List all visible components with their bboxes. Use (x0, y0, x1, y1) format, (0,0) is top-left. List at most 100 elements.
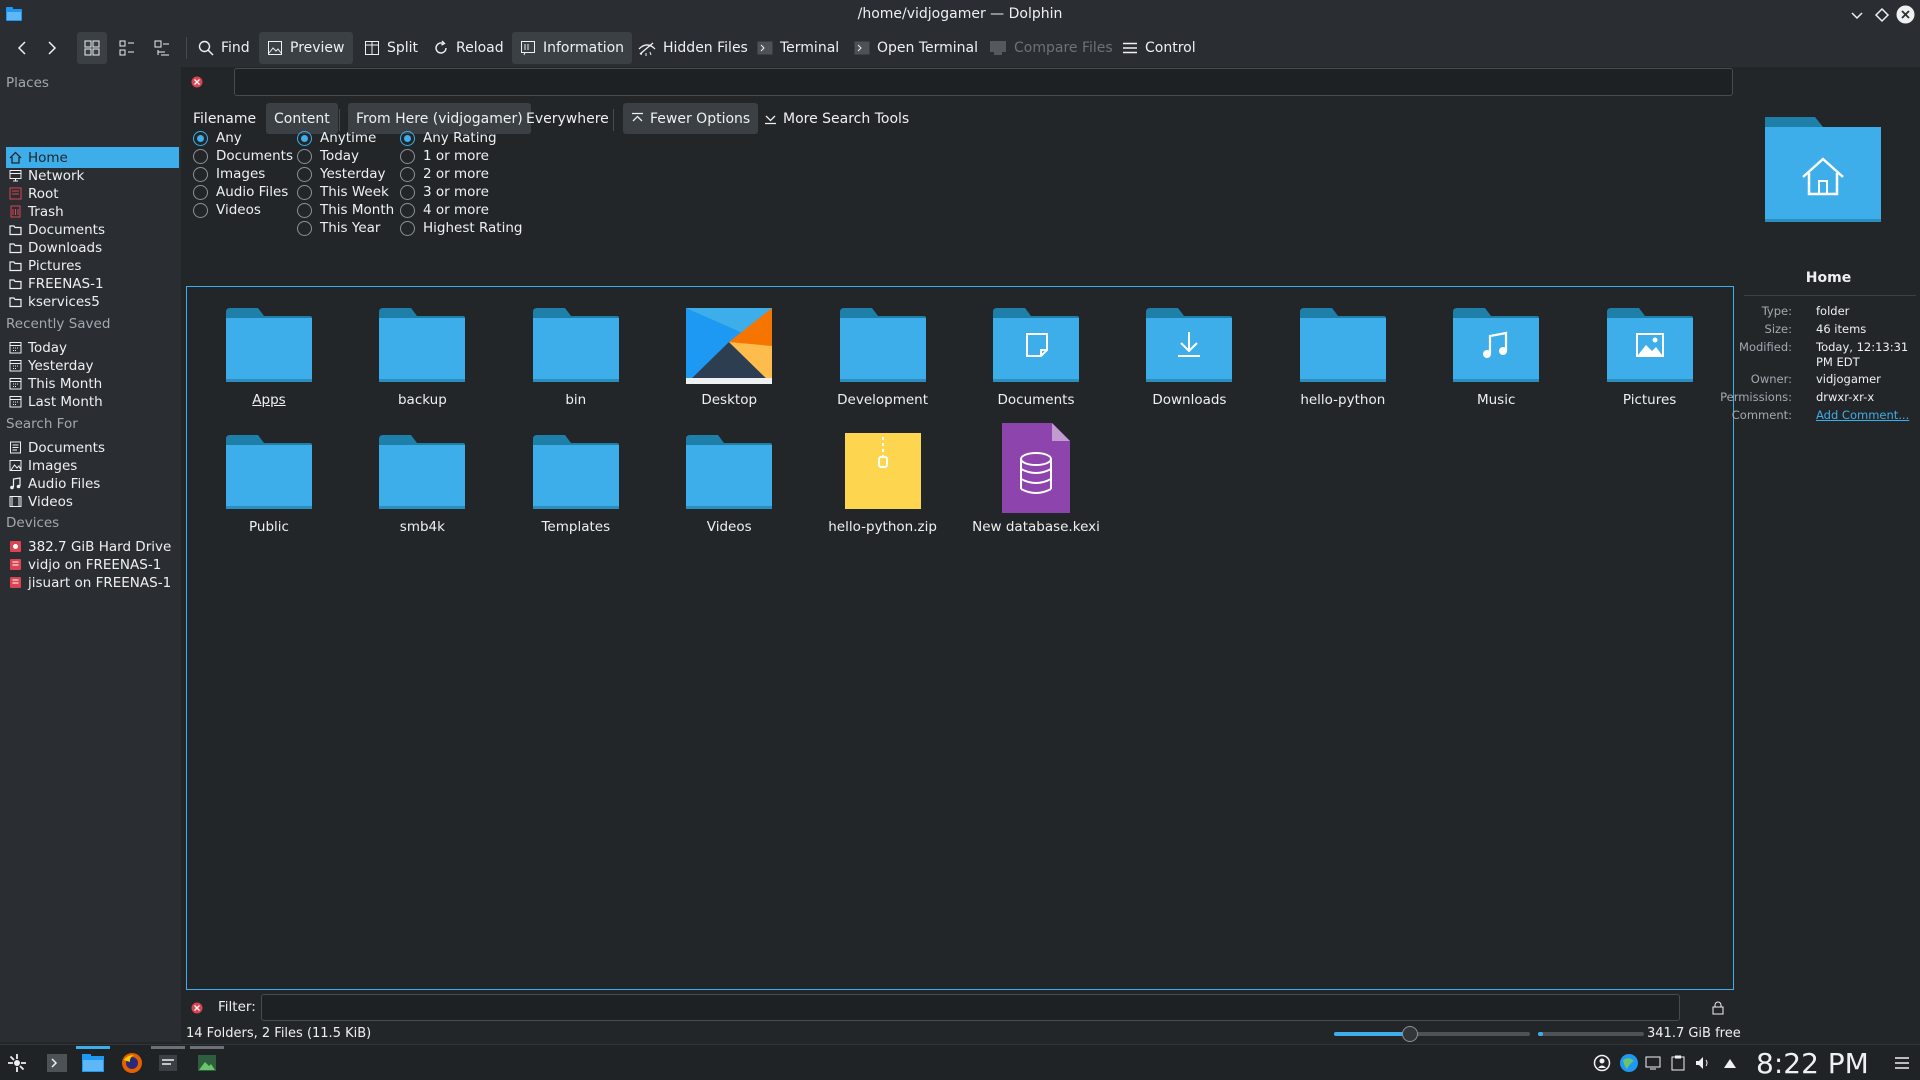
zoom-slider-handle[interactable] (1402, 1026, 1419, 1042)
file-item-pictures[interactable]: Pictures (1575, 304, 1725, 424)
file-item-videos[interactable]: Videos (654, 431, 804, 551)
volume-tray-icon[interactable] (1695, 1055, 1711, 1071)
search-separator (613, 109, 614, 131)
close-icon[interactable] (1896, 5, 1915, 24)
network-tray-icon[interactable] (1619, 1053, 1639, 1073)
clock[interactable]: 8:22 PM (1756, 1048, 1869, 1080)
recent-item-last-month[interactable]: Last Month (6, 391, 179, 412)
split-button[interactable]: Split (356, 32, 426, 64)
file-item-desktop[interactable]: Desktop (654, 304, 804, 424)
file-name: Templates (541, 519, 611, 535)
open-terminal-button[interactable]: Open Terminal (846, 32, 986, 64)
status-summary: 14 Folders, 2 Files (11.5 KiB) (186, 1026, 372, 1041)
date-radio-yesterday[interactable]: Yesterday (297, 165, 386, 183)
date-radio-this-month[interactable]: This Month (297, 201, 394, 219)
type-radio-any[interactable]: Any (193, 129, 242, 147)
information-button[interactable]: Information (512, 32, 633, 64)
file-item-public[interactable]: Public (194, 431, 344, 551)
fewer-options-button[interactable]: Fewer Options (623, 103, 759, 134)
file-item-apps[interactable]: Apps (194, 304, 344, 424)
details-view-button[interactable] (147, 32, 177, 64)
panel-menu-icon[interactable] (1895, 1056, 1909, 1070)
task-firefox[interactable] (115, 1048, 149, 1078)
section-devices: Devices (6, 515, 60, 531)
folder-documents-icon (991, 304, 1081, 386)
rating-radio-4-or-more[interactable]: 4 or more (400, 201, 489, 219)
place-label: Documents (28, 221, 105, 238)
more-search-tools-button[interactable]: More Search Tools (756, 103, 917, 134)
date-radio-anytime[interactable]: Anytime (297, 129, 376, 147)
date-radio-this-year[interactable]: This Year (297, 219, 380, 237)
forward-button[interactable] (36, 32, 68, 64)
minimize-icon[interactable] (1849, 7, 1865, 23)
rating-radio-2-or-more[interactable]: 2 or more (400, 165, 489, 183)
clipboard-tray-icon[interactable] (1671, 1055, 1685, 1071)
reload-button[interactable]: Reload (425, 32, 512, 64)
add-comment-link[interactable]: Add Comment... (1816, 408, 1909, 422)
file-item-development[interactable]: Development (808, 304, 958, 424)
maximize-icon[interactable] (1874, 7, 1890, 23)
title-bar: /home/vidjogamer — Dolphin (0, 0, 1920, 29)
main-toolbar: Find Preview Split Reload Information Hi… (0, 29, 1920, 67)
preview-button[interactable]: Preview (259, 32, 353, 64)
file-item-hello-python[interactable]: hello-python (1268, 304, 1418, 424)
date-radio-this-week[interactable]: This Week (297, 183, 389, 201)
compact-view-button[interactable] (112, 32, 142, 64)
rating-radio-any-rating[interactable]: Any Rating (400, 129, 497, 147)
file-item-new-database-kexi[interactable]: New database.kexi (961, 423, 1111, 551)
type-radio-images[interactable]: Images (193, 165, 265, 183)
hidden-files-button[interactable]: Hidden Files (630, 32, 756, 64)
vpn-tray-icon[interactable] (1593, 1054, 1611, 1072)
rating-radio-1-or-more[interactable]: 1 or more (400, 147, 489, 165)
folder-icon (1298, 304, 1388, 386)
application-launcher[interactable] (0, 1048, 34, 1078)
info-type-value: folder (1816, 304, 1850, 318)
place-label: Trash (28, 203, 64, 220)
file-item-backup[interactable]: backup (347, 304, 497, 424)
everywhere-button[interactable]: Everywhere (518, 103, 617, 134)
file-item-downloads[interactable]: Downloads (1114, 304, 1264, 424)
file-view[interactable]: Apps backup bin Desktop Development Documents… (186, 286, 1734, 990)
file-name: hello-python.zip (828, 519, 937, 535)
device-item-jisuart-on-freenas-1[interactable]: jisuart on FREENAS-1 (6, 572, 179, 593)
task-text-editor[interactable] (151, 1046, 185, 1078)
folder-music-icon (1451, 304, 1541, 386)
file-name: bin (565, 392, 587, 408)
split-icon (365, 41, 379, 55)
file-item-hello-python-zip[interactable]: hello-python.zip (808, 431, 958, 551)
search-for-item-videos[interactable]: Videos (6, 491, 179, 512)
back-button[interactable] (6, 32, 38, 64)
clear-search-icon[interactable] (191, 76, 203, 88)
lock-icon[interactable] (1712, 1001, 1724, 1015)
icons-view-button[interactable] (77, 32, 107, 64)
rating-radio-3-or-more[interactable]: 3 or more (400, 183, 489, 201)
type-radio-documents[interactable]: Documents (193, 147, 293, 165)
rating-radio-highest-rating[interactable]: Highest Rating (400, 219, 522, 237)
file-item-bin[interactable]: bin (501, 304, 651, 424)
folder-icon (684, 431, 774, 513)
info-modified-value-2: PM EDT (1816, 355, 1860, 369)
zoom-slider[interactable] (1334, 1026, 1530, 1042)
terminal-button[interactable]: Terminal (749, 32, 847, 64)
task-dolphin[interactable] (76, 1046, 110, 1078)
date-radio-today[interactable]: Today (297, 147, 359, 165)
type-radio-videos[interactable]: Videos (193, 201, 261, 219)
filter-input[interactable] (261, 994, 1680, 1021)
radio-indicator (297, 202, 312, 218)
control-menu-button[interactable]: Control (1114, 32, 1204, 64)
display-tray-icon[interactable] (1645, 1055, 1661, 1071)
task-image-viewer[interactable] (190, 1046, 224, 1078)
task-terminal[interactable] (40, 1048, 74, 1078)
compare-files-button[interactable]: Compare Files (981, 32, 1121, 64)
file-item-documents[interactable]: Documents (961, 304, 1111, 424)
type-radio-audio-files[interactable]: Audio Files (193, 183, 288, 201)
clear-filter-icon[interactable] (191, 1002, 203, 1014)
search-input[interactable] (234, 68, 1733, 96)
file-item-music[interactable]: Music (1421, 304, 1571, 424)
file-item-smb4k[interactable]: smb4k (347, 431, 497, 551)
place-item-kservices5[interactable]: kservices5 (6, 291, 179, 312)
file-item-templates[interactable]: Templates (501, 431, 651, 551)
file-name: backup (397, 392, 447, 408)
tray-expand-icon[interactable] (1723, 1057, 1737, 1069)
find-button[interactable]: Find (190, 32, 258, 64)
